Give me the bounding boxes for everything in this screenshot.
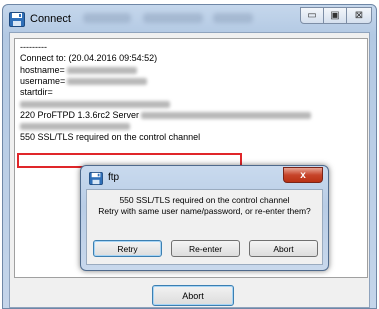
- floppy-disk-icon: [9, 12, 25, 27]
- window-title: Connect: [30, 13, 71, 25]
- redacted-title-part: [83, 13, 131, 23]
- reenter-button-label: Re-enter: [188, 243, 223, 254]
- abort-button-label: Abort: [182, 290, 204, 301]
- ftp-dialog: ftp x 550 SSL/TLS required on the contro…: [80, 165, 329, 271]
- redacted-text: [66, 66, 137, 74]
- dialog-message-line: 550 SSL/TLS required on the control chan…: [119, 195, 290, 205]
- dialog-close-button[interactable]: x: [283, 167, 323, 183]
- log-line: startdir=: [20, 87, 53, 98]
- maximize-icon: ▣: [330, 10, 340, 21]
- minimize-icon: ▭: [307, 10, 317, 21]
- log-line: [20, 98, 367, 109]
- minimize-button[interactable]: ▭: [300, 7, 324, 24]
- dialog-body: 550 SSL/TLS required on the control chan…: [86, 189, 323, 265]
- caption-buttons: ▭ ▣ ⊠: [300, 7, 372, 24]
- reenter-button[interactable]: Re-enter: [171, 240, 240, 257]
- log-line: Connect to: (20.04.2016 09:54:52): [20, 53, 158, 64]
- retry-button[interactable]: Retry: [93, 240, 162, 257]
- abort-button[interactable]: Abort: [152, 285, 234, 306]
- redacted-text: [20, 123, 130, 131]
- redacted-text: [20, 100, 170, 108]
- log-line: ---------: [20, 42, 47, 52]
- redacted-title-part: [143, 13, 203, 23]
- dialog-title: ftp: [108, 172, 120, 183]
- floppy-disk-icon: [89, 172, 103, 185]
- dialog-buttons: Retry Re-enter Abort: [93, 240, 327, 257]
- maximize-button[interactable]: ▣: [323, 7, 347, 24]
- log-line-error: 550 SSL/TLS required on the control chan…: [20, 132, 201, 143]
- close-button[interactable]: ⊠: [346, 7, 372, 24]
- redacted-text: [141, 111, 312, 119]
- dialog-message-line: Retry with same user name/password, or r…: [98, 205, 311, 216]
- dialog-abort-button-label: Abort: [273, 243, 294, 254]
- log-line: 220 ProFTPD 1.3.6rc2 Server: [20, 110, 367, 121]
- dialog-message: 550 SSL/TLS required on the control chan…: [87, 195, 322, 216]
- log-line: username=: [20, 76, 367, 87]
- retry-button-label: Retry: [117, 243, 138, 254]
- log-line: hostname=: [20, 65, 367, 76]
- dialog-abort-button[interactable]: Abort: [249, 240, 318, 257]
- title-bar[interactable]: Connect ▭ ▣ ⊠: [3, 5, 376, 33]
- close-icon: ⊠: [354, 10, 364, 21]
- redacted-text: [67, 78, 148, 86]
- log-line: [20, 121, 367, 132]
- close-icon: x: [300, 169, 306, 181]
- redacted-title-part: [213, 13, 253, 23]
